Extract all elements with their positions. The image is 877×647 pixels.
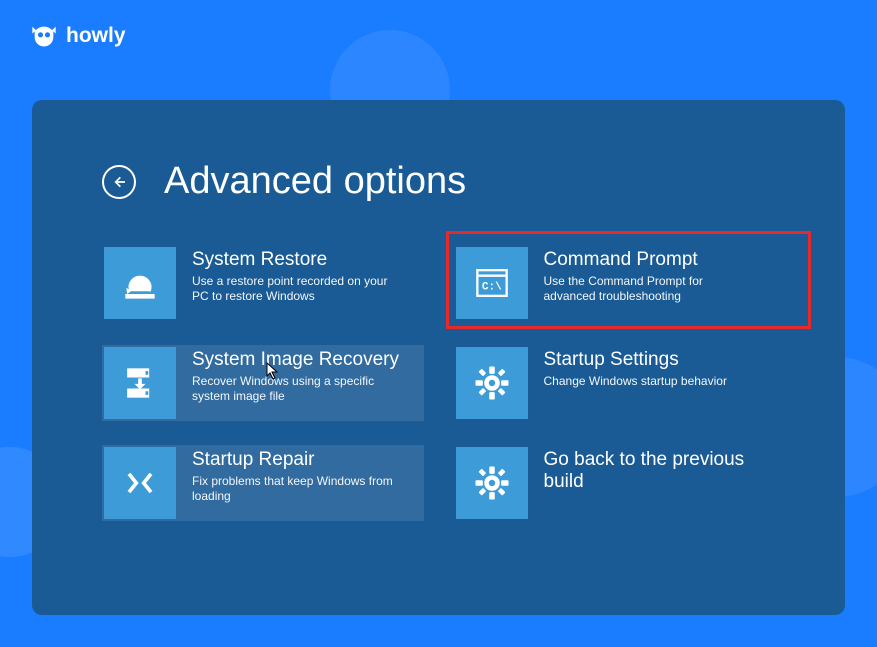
option-startup-settings[interactable]: Startup Settings Change Windows startup …	[454, 345, 776, 421]
option-system-image-recovery[interactable]: System Image Recovery Recover Windows us…	[102, 345, 424, 421]
option-title: Go back to the previous build	[544, 449, 774, 493]
owl-icon	[30, 22, 58, 50]
option-text: System Restore Use a restore point recor…	[192, 247, 402, 305]
option-desc: Use the Command Prompt for advanced trou…	[544, 274, 754, 305]
option-title: Startup Repair	[192, 449, 402, 471]
options-grid: System Restore Use a restore point recor…	[102, 245, 775, 521]
option-desc: Recover Windows using a specific system …	[192, 374, 402, 405]
windows-recovery-panel: Advanced options System Restore Use a re…	[32, 100, 845, 615]
option-text: Go back to the previous build	[544, 447, 774, 496]
command-prompt-icon: C:\	[456, 247, 528, 319]
howly-logo: howly	[30, 22, 126, 50]
option-desc: Use a restore point recorded on your PC …	[192, 274, 402, 305]
header-row: Advanced options	[102, 160, 775, 203]
page-title: Advanced options	[164, 160, 466, 203]
option-desc: Change Windows startup behavior	[544, 374, 727, 390]
system-restore-icon	[104, 247, 176, 319]
option-system-restore[interactable]: System Restore Use a restore point recor…	[102, 245, 424, 321]
option-text: Startup Repair Fix problems that keep Wi…	[192, 447, 402, 505]
option-title: System Restore	[192, 249, 402, 271]
option-command-prompt[interactable]: C:\ Command Prompt Use the Command Promp…	[454, 245, 776, 321]
option-previous-build[interactable]: Go back to the previous build	[454, 445, 776, 521]
option-text: Startup Settings Change Windows startup …	[544, 347, 727, 389]
option-desc: Fix problems that keep Windows from load…	[192, 474, 402, 505]
previous-build-icon	[456, 447, 528, 519]
system-image-recovery-icon	[104, 347, 176, 419]
option-title: Startup Settings	[544, 349, 727, 371]
startup-repair-icon	[104, 447, 176, 519]
brand-name: howly	[66, 24, 126, 48]
arrow-left-icon	[111, 174, 127, 190]
option-title: System Image Recovery	[192, 349, 402, 371]
option-text: System Image Recovery Recover Windows us…	[192, 347, 402, 405]
option-text: Command Prompt Use the Command Prompt fo…	[544, 247, 754, 305]
back-button[interactable]	[102, 165, 136, 199]
option-startup-repair[interactable]: Startup Repair Fix problems that keep Wi…	[102, 445, 424, 521]
svg-text:C:\: C:\	[481, 281, 501, 293]
option-title: Command Prompt	[544, 249, 754, 271]
startup-settings-icon	[456, 347, 528, 419]
